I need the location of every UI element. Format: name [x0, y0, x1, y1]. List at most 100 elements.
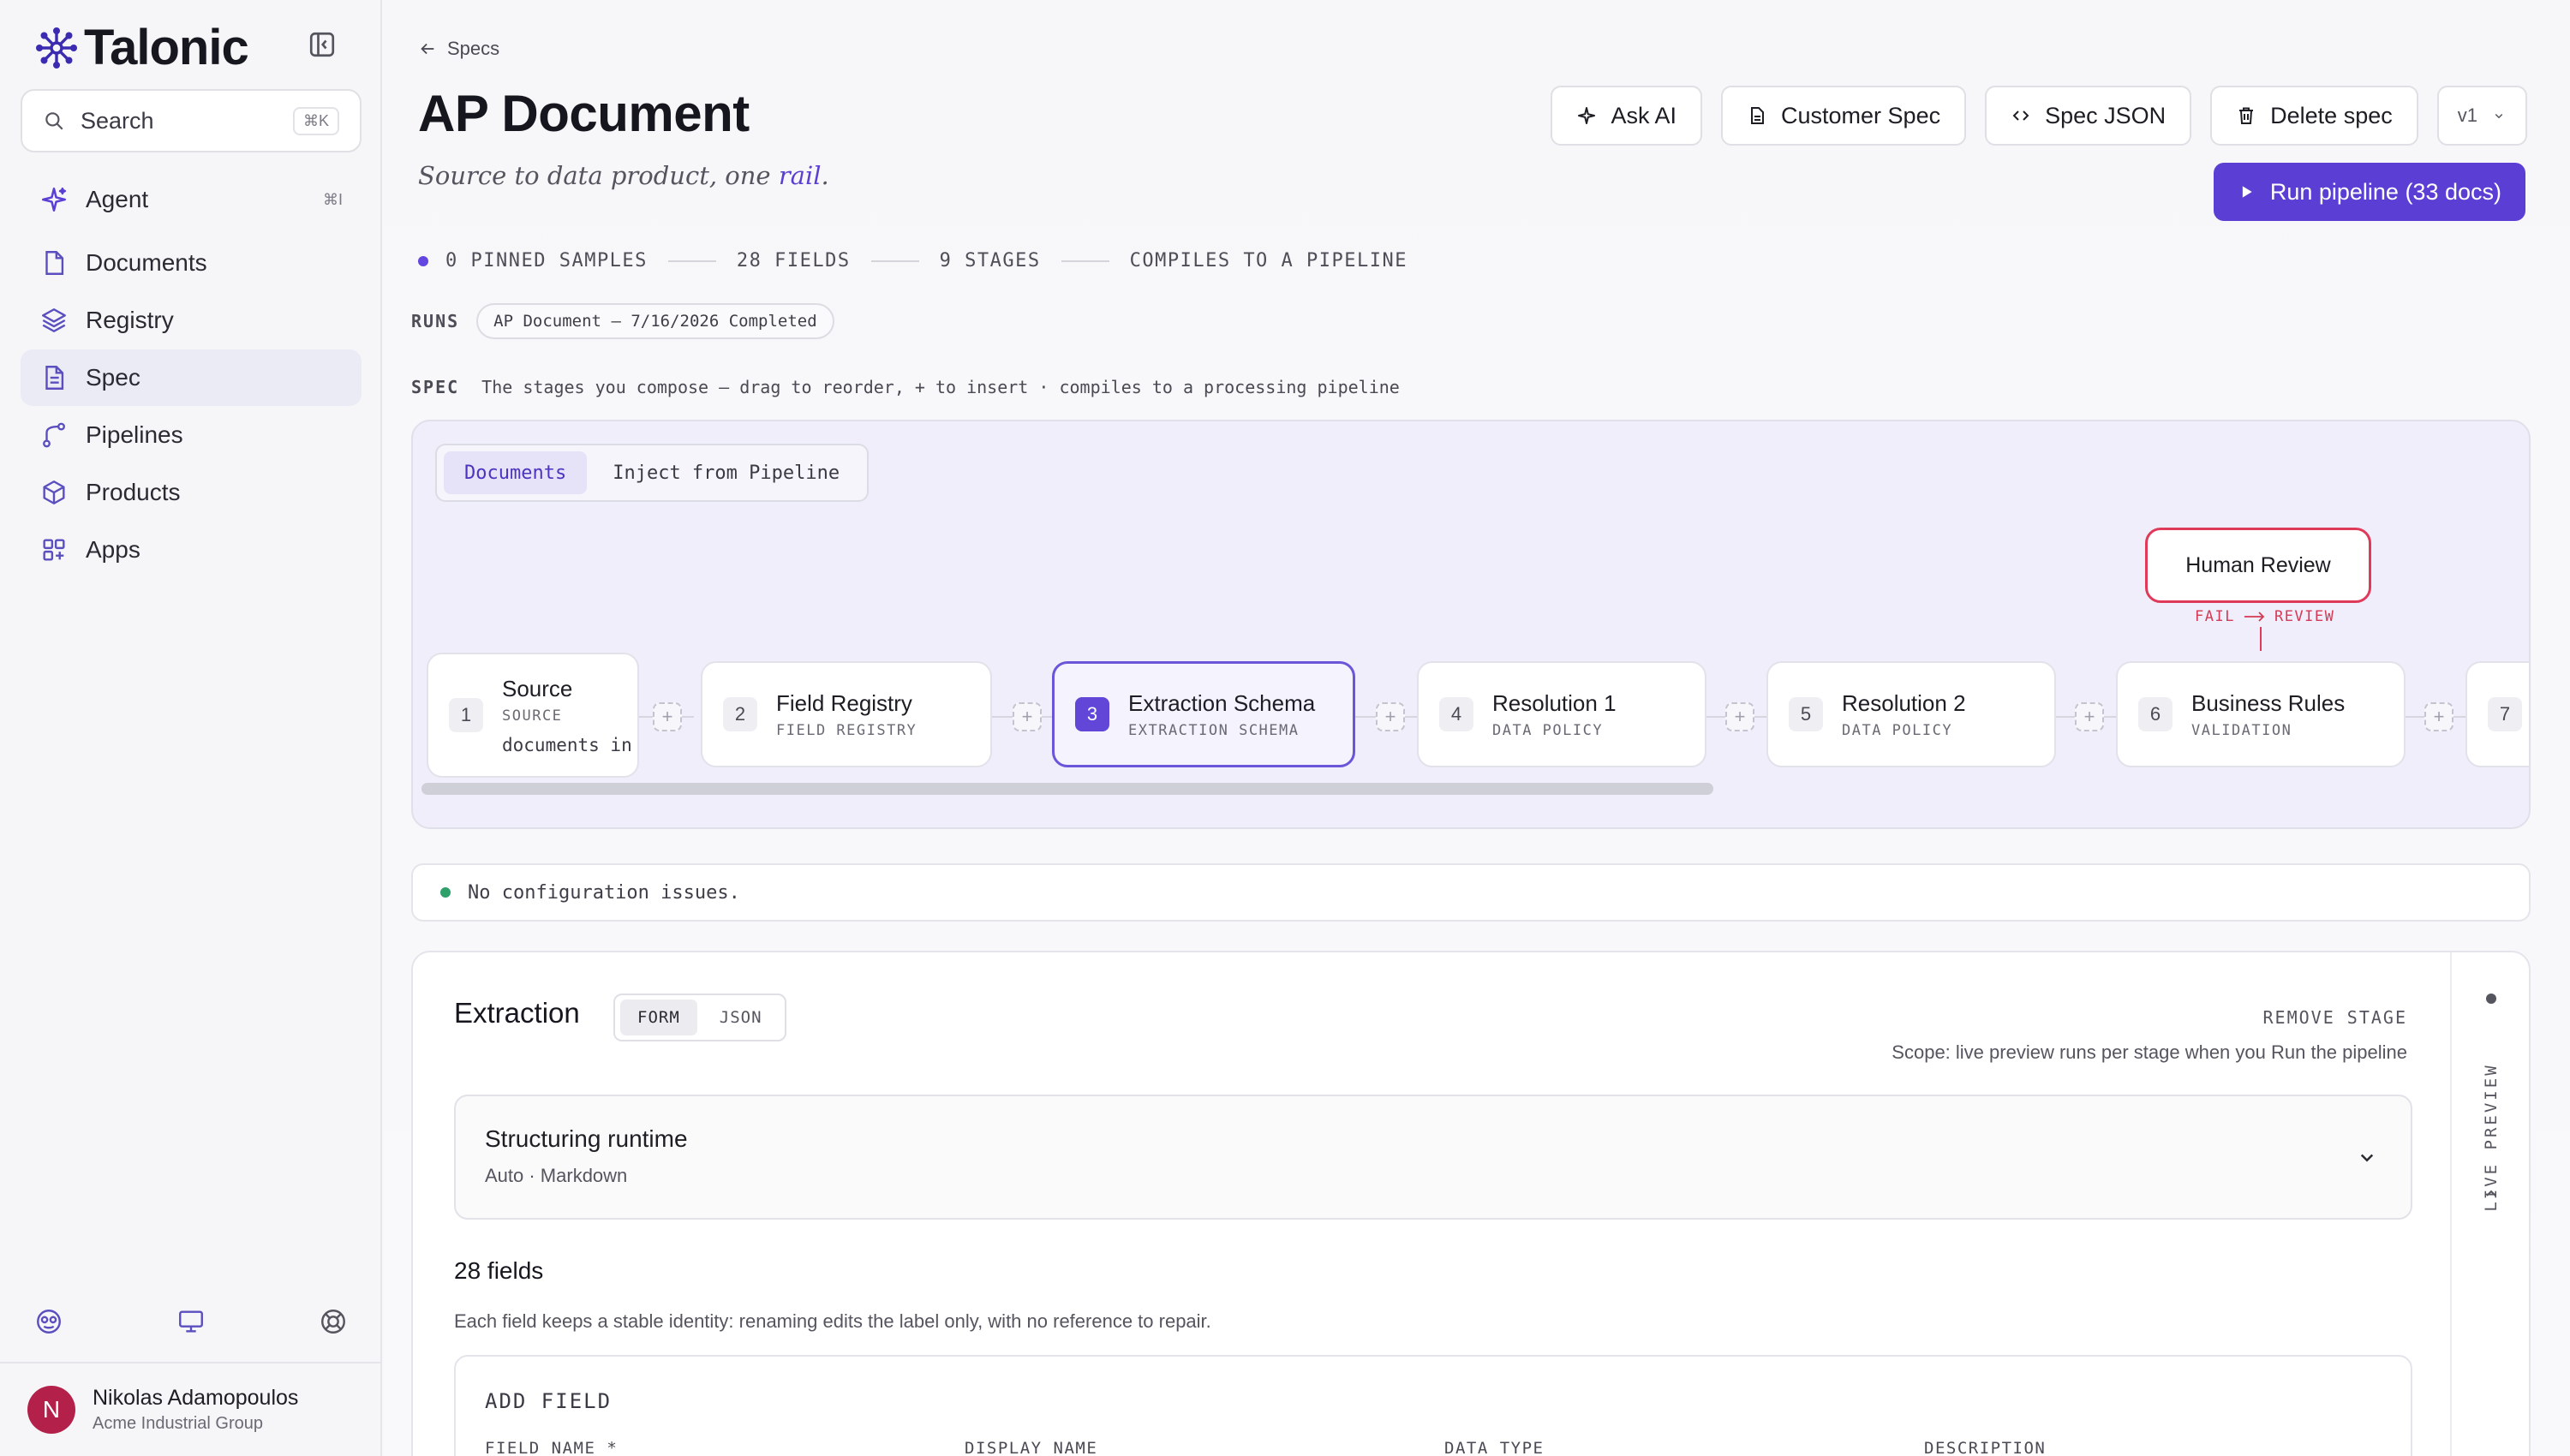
sidebar-item-documents[interactable]: Documents: [21, 235, 362, 291]
customer-spec-button[interactable]: Customer Spec: [1721, 86, 1967, 146]
insert-stage-button[interactable]: +: [1725, 702, 1754, 731]
column-field-name: FIELD NAME *: [485, 1439, 619, 1456]
tab-documents[interactable]: Documents: [444, 451, 588, 494]
delete-spec-button[interactable]: Delete spec: [2210, 86, 2418, 146]
remove-stage-button[interactable]: REMOVE STAGE: [2263, 1007, 2408, 1028]
search-box[interactable]: Search ⌘K: [21, 89, 362, 152]
sidebar-item-label: Documents: [86, 249, 207, 276]
logo[interactable]: Talonic: [34, 19, 249, 76]
sparkle-icon: [39, 185, 69, 214]
layers-icon: [39, 306, 69, 335]
stage-editor-panel: Extraction FORM JSON REMOVE STAGE Scope:…: [411, 951, 2531, 1456]
file-icon: [39, 248, 69, 277]
subtitle-accent: rail: [778, 161, 822, 190]
sidebar-item-label: Agent: [86, 186, 149, 212]
stat-pinned: 0 PINNED SAMPLES: [445, 250, 648, 272]
stage-number: 4: [1439, 697, 1473, 731]
sidebar-footer-icons: [34, 1307, 348, 1336]
sparkle-icon: [1578, 107, 1596, 124]
status-dot: [418, 255, 428, 266]
stage-type: DATA POLICY: [1492, 721, 1604, 739]
insert-stage-button[interactable]: +: [2075, 702, 2104, 731]
lifebuoy-icon[interactable]: [319, 1307, 348, 1336]
runtime-value: Auto · Markdown: [485, 1165, 628, 1186]
play-icon: [2242, 186, 2252, 198]
run-pipeline-button[interactable]: Run pipeline (33 docs): [2213, 163, 2525, 221]
live-preview-dot: [2486, 994, 2496, 1004]
canvas-scrollbar[interactable]: [421, 783, 1713, 795]
back-link[interactable]: Specs: [418, 38, 499, 60]
insert-stage-button[interactable]: +: [653, 702, 682, 731]
run-pipeline-label: Run pipeline (33 docs): [2269, 178, 2501, 205]
live-preview-rail[interactable]: LIVE PREVIEW: [2450, 952, 2529, 1456]
arrow-left-icon: [421, 43, 434, 55]
config-issues-bar: No configuration issues.: [411, 863, 2531, 922]
mode-json[interactable]: JSON: [702, 1000, 780, 1035]
sidebar-item-label: Spec: [86, 364, 140, 391]
structuring-runtime-select[interactable]: Structuring runtime Auto · Markdown: [454, 1095, 2412, 1220]
sidebar-item-label: Apps: [86, 536, 140, 563]
human-review-node[interactable]: Human Review: [2145, 528, 2371, 603]
panel-title: Extraction: [454, 997, 580, 1029]
stage-number: 1: [449, 698, 483, 732]
chevron-up-icon: [2486, 1190, 2496, 1196]
source-tabs: Documents Inject from Pipeline: [435, 444, 870, 502]
customer-spec-label: Customer Spec: [1781, 102, 1941, 128]
pipeline-canvas[interactable]: Documents Inject from Pipeline Human Rev…: [411, 420, 2531, 829]
trash-icon: [2239, 107, 2254, 124]
stage-card-extraction-schema[interactable]: 3 Extraction Schema EXTRACTION SCHEMA: [1052, 661, 1355, 767]
delete-spec-label: Delete spec: [2270, 102, 2393, 128]
user-org: Acme Industrial Group: [93, 1414, 263, 1433]
stage-type: EXTRACTION SCHEMA: [1128, 721, 1300, 739]
monitor-icon[interactable]: [176, 1307, 206, 1336]
spec-json-label: Spec JSON: [2045, 102, 2167, 128]
stage-type: SOURCE: [502, 707, 563, 725]
sidebar-item-agent[interactable]: Agent ⌘I: [21, 171, 362, 228]
insert-stage-button[interactable]: +: [2424, 702, 2453, 731]
run-chip[interactable]: AP Document — 7/16/2026 Completed: [476, 303, 834, 339]
spec-stats: 0 PINNED SAMPLES 28 FIELDS 9 STAGES COMP…: [418, 250, 1408, 272]
stage-card-7[interactable]: 7: [2465, 661, 2529, 767]
fields-count-title: 28 fields: [454, 1257, 544, 1284]
ask-ai-label: Ask AI: [1611, 102, 1677, 128]
stage-card-resolution-2[interactable]: 5 Resolution 2 DATA POLICY: [1766, 661, 2056, 767]
mode-form[interactable]: FORM: [620, 1000, 697, 1035]
sidebar-item-registry[interactable]: Registry: [21, 292, 362, 349]
user-profile[interactable]: N Nikolas Adamopoulos Acme Industrial Gr…: [0, 1362, 382, 1456]
stage-card-field-registry[interactable]: 2 Field Registry FIELD REGISTRY: [701, 661, 992, 767]
sidebar-item-label: Products: [86, 479, 181, 505]
brain-icon[interactable]: [34, 1307, 63, 1336]
chevron-down-icon: [2360, 1154, 2374, 1162]
runtime-title: Structuring runtime: [485, 1125, 688, 1152]
version-label: v1: [2457, 104, 2477, 126]
spec-json-button[interactable]: Spec JSON: [1985, 86, 2192, 146]
talonic-logo-icon: [36, 27, 77, 69]
sidebar-collapse-icon[interactable]: [307, 29, 338, 60]
stage-title: Field Registry: [776, 689, 912, 716]
branch-icon: [39, 421, 69, 450]
subtitle-text: Source to data product, one: [418, 161, 779, 190]
insert-stage-button[interactable]: +: [1013, 702, 1042, 731]
sidebar-item-pipelines[interactable]: Pipelines: [21, 407, 362, 463]
column-display-name: DISPLAY NAME: [965, 1439, 1098, 1456]
brand-name: Talonic: [84, 20, 249, 75]
sidebar-item-apps[interactable]: Apps: [21, 522, 362, 578]
stage-number: 3: [1075, 697, 1109, 731]
stage-card-source[interactable]: 1 Source SOURCE documents in: [427, 653, 639, 778]
stage-card-business-rules[interactable]: 6 Business Rules VALIDATION: [2116, 661, 2406, 767]
stage-type: FIELD REGISTRY: [776, 721, 917, 739]
cube-icon: [39, 478, 69, 507]
sidebar-item-products[interactable]: Products: [21, 464, 362, 521]
sidebar-item-spec[interactable]: Spec: [21, 349, 362, 406]
version-select[interactable]: v1: [2436, 86, 2527, 146]
stage-title: Business Rules: [2191, 689, 2346, 716]
agent-shortcut: ⌘I: [322, 190, 343, 208]
insert-stage-button[interactable]: +: [1376, 702, 1405, 731]
ask-ai-button[interactable]: Ask AI: [1551, 86, 1703, 146]
sidebar-nav: Agent ⌘I Documents Registry Spec Pipelin…: [21, 171, 362, 579]
avatar: N: [27, 1386, 75, 1434]
stage-card-resolution-1[interactable]: 4 Resolution 1 DATA POLICY: [1417, 661, 1706, 767]
tab-inject-from-pipeline[interactable]: Inject from Pipeline: [592, 451, 860, 494]
arrow-right-icon: [2244, 612, 2265, 622]
stage-number: 7: [2488, 697, 2522, 731]
